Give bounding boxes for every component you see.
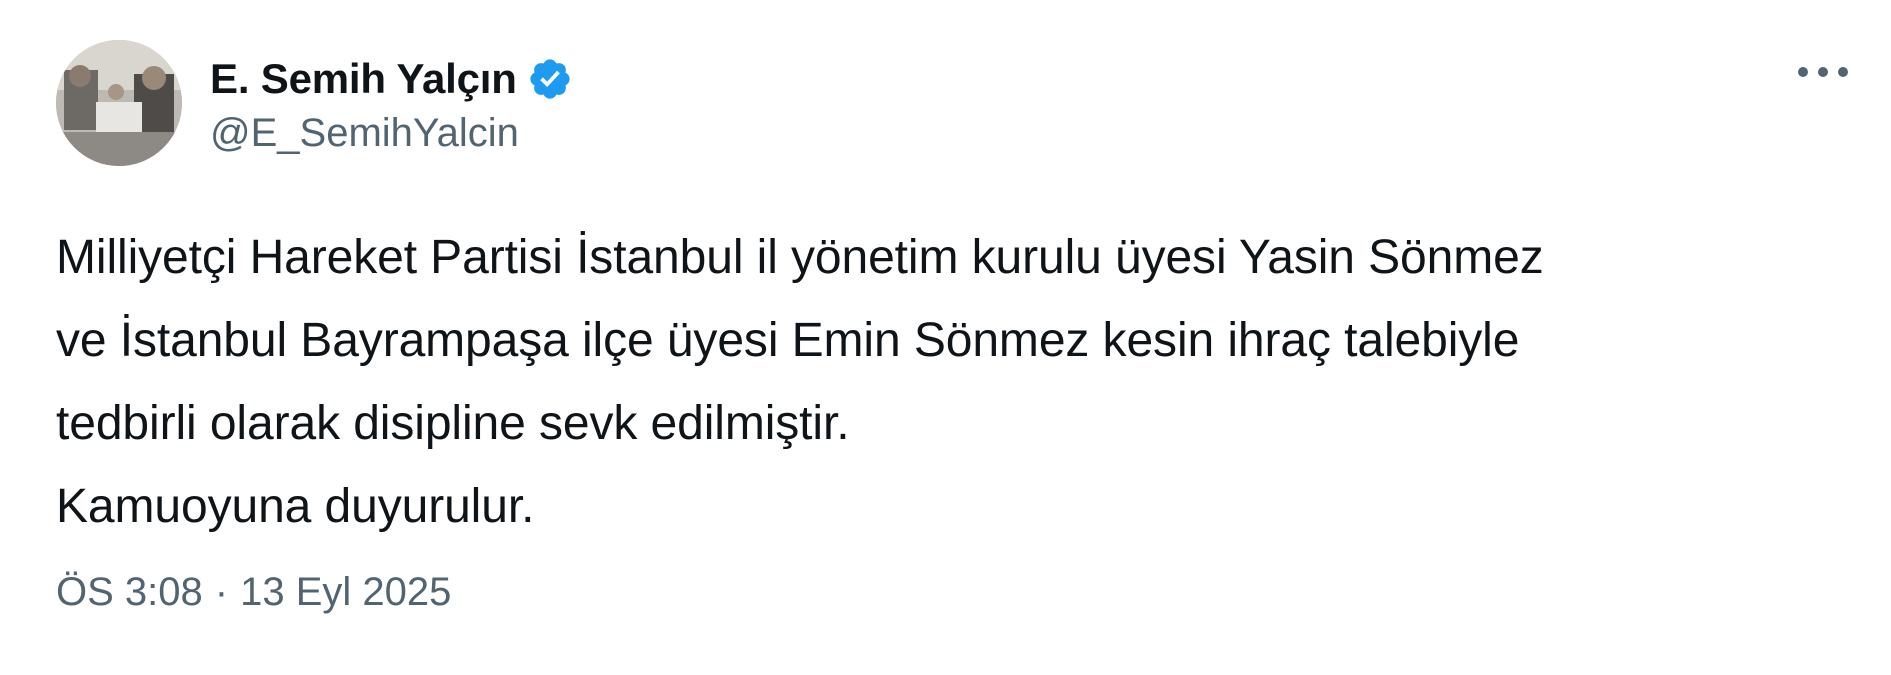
tweet-time-link[interactable]: ÖS 3:08 [56, 570, 203, 615]
display-name[interactable]: E. Semih Yalçın [210, 55, 517, 103]
tweet-header: E. Semih Yalçın @E_SemihYalcin [56, 40, 573, 166]
tweet-text-line: ve İstanbul Bayrampaşa ilçe üyesi Emin S… [56, 314, 1520, 367]
timestamp-separator: · [214, 570, 229, 614]
verified-badge-icon[interactable] [527, 56, 573, 102]
avatar[interactable] [56, 40, 182, 166]
avatar-photo [56, 40, 182, 166]
tweet-text-line: Kamuoyuna duyurulur. [56, 480, 535, 533]
name-row: E. Semih Yalçın [210, 51, 573, 107]
more-options-button[interactable] [1791, 52, 1855, 92]
tweet-card: E. Semih Yalçın @E_SemihYalcin Milliyetç… [0, 0, 1891, 675]
tweet-text-line: tedbirli olarak disipline sevk edilmişti… [56, 397, 850, 450]
more-horizontal-icon [1798, 67, 1848, 77]
tweet-text-line: Milliyetçi Hareket Partisi İstanbul il y… [56, 231, 1544, 284]
tweet-text: Milliyetçi Hareket Partisi İstanbul il y… [56, 216, 1846, 548]
tweet-date-link[interactable]: 13 Eyl 2025 [240, 570, 451, 615]
user-block: E. Semih Yalçın @E_SemihYalcin [210, 51, 573, 156]
user-handle[interactable]: @E_SemihYalcin [210, 111, 573, 156]
tweet-timestamp: ÖS 3:08 · 13 Eyl 2025 [56, 570, 451, 615]
